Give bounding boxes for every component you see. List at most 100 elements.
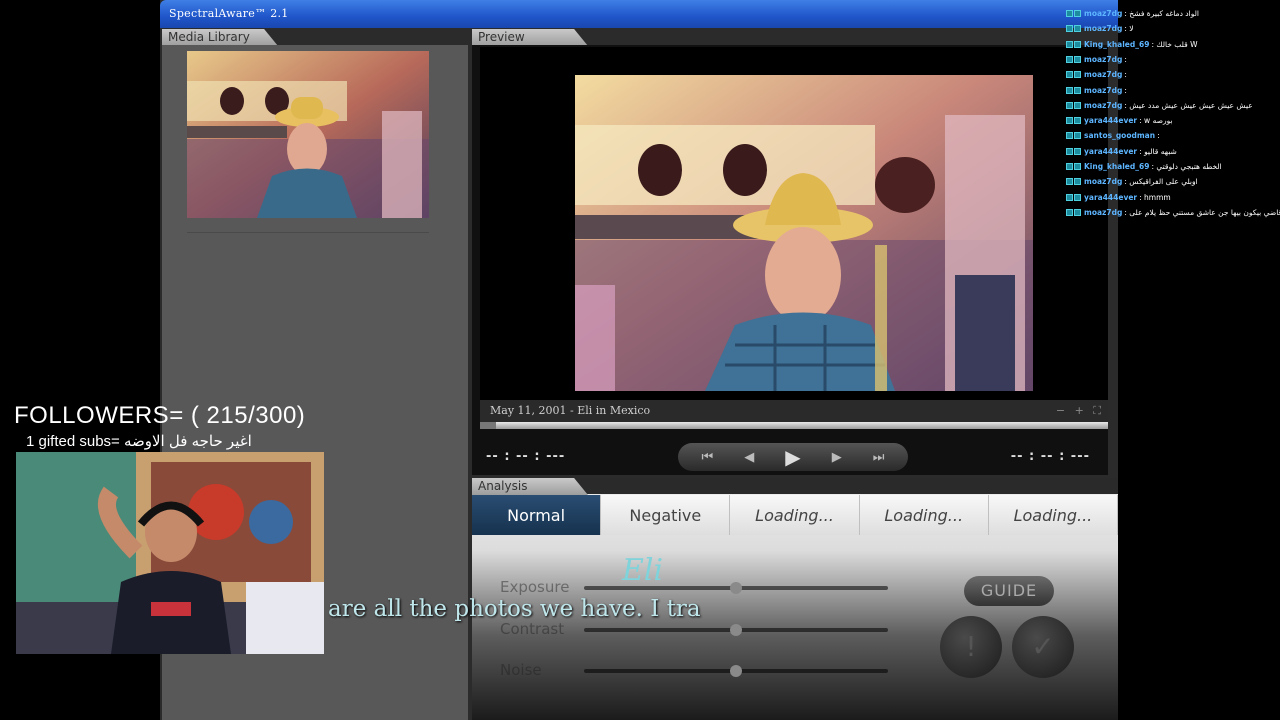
timeline-scrubber[interactable] bbox=[480, 422, 1108, 429]
preview-panel: May 11, 2001 - Eli in Mexico − + ⛶ bbox=[472, 45, 1108, 475]
chat-username[interactable]: yara444ever bbox=[1084, 116, 1137, 125]
noise-slider-row: Noise bbox=[472, 661, 892, 681]
badge-icon bbox=[1066, 86, 1073, 94]
badge-icon bbox=[1074, 86, 1081, 94]
chat-text: : bbox=[1124, 70, 1127, 80]
media-library-tab: Media Library bbox=[162, 29, 278, 46]
badge-icon bbox=[1066, 147, 1073, 155]
tab-loading-3[interactable]: Loading... bbox=[988, 495, 1119, 535]
badge-icon bbox=[1074, 25, 1081, 33]
contrast-knob[interactable] bbox=[730, 624, 742, 636]
exposure-label: Exposure bbox=[500, 578, 570, 596]
chat-text: : الواد دماغه كبيرة فشخ bbox=[1124, 9, 1199, 18]
skip-forward-icon[interactable]: ⏭ bbox=[873, 450, 885, 465]
contrast-label: Contrast bbox=[500, 620, 565, 638]
chat-username[interactable]: moaz7dg bbox=[1084, 177, 1122, 186]
photo-caption: May 11, 2001 - Eli in Mexico bbox=[490, 404, 651, 417]
badge-icon bbox=[1066, 71, 1073, 79]
chat-text: : bbox=[1157, 131, 1160, 141]
step-back-icon[interactable]: ◀ bbox=[744, 450, 754, 465]
chat-text: : الخطه هتبجي دلوقتي bbox=[1151, 162, 1222, 171]
badge-icon bbox=[1066, 101, 1073, 109]
chat-message: yara444ever: شبهه قاليو bbox=[1066, 144, 1177, 159]
badge-icon bbox=[1074, 163, 1081, 170]
noise-slider[interactable] bbox=[584, 665, 888, 677]
chat-message: santos_goodman: bbox=[1066, 128, 1160, 143]
badge-icon bbox=[1066, 163, 1073, 170]
chat-message: moaz7dg: bbox=[1066, 67, 1127, 82]
badge-icon bbox=[1074, 178, 1081, 186]
preview-frame bbox=[480, 47, 1108, 400]
tab-negative[interactable]: Negative bbox=[601, 495, 731, 535]
gifted-subs-goal: 1 gifted subs= اغير حاجه فل الاوضه bbox=[26, 433, 252, 450]
chat-username[interactable]: moaz7dg bbox=[1084, 208, 1122, 217]
tab-normal[interactable]: Normal bbox=[472, 495, 602, 535]
chat-username[interactable]: moaz7dg bbox=[1084, 9, 1122, 18]
badge-icon bbox=[1066, 55, 1073, 63]
chat-message: moaz7dg: عيش عيش عيش عيش عيش مدد عيش bbox=[1066, 98, 1253, 113]
chat-username[interactable]: yara444ever bbox=[1084, 147, 1137, 156]
chat-text: : bbox=[1124, 54, 1127, 64]
chat-text: : bbox=[1124, 85, 1127, 95]
tab-loading-1[interactable]: Loading... bbox=[730, 495, 860, 535]
chat-text: : شبهه قاليو bbox=[1139, 146, 1177, 156]
chat-username[interactable]: moaz7dg bbox=[1084, 24, 1122, 33]
chat-username[interactable]: moaz7dg bbox=[1084, 101, 1122, 110]
play-icon[interactable]: ▶ bbox=[785, 445, 800, 469]
noise-label: Noise bbox=[500, 661, 542, 679]
badge-icon bbox=[1066, 10, 1073, 17]
followers-goal: FOLLOWERS= ( 215/300) bbox=[14, 402, 306, 429]
chat-message: yara444ever: w بورصه bbox=[1066, 113, 1173, 128]
confirm-button[interactable]: ✓ bbox=[1012, 616, 1074, 678]
badge-icon bbox=[1074, 40, 1081, 48]
badge-icon bbox=[1074, 10, 1081, 17]
badge-icon bbox=[1074, 55, 1081, 63]
title-bar: SpectralAware™ 2.1 bbox=[160, 0, 1118, 28]
chat-overlay: moaz7dg: الواد دماغه كبيرة فشخ moaz7dg: ل… bbox=[1066, 0, 1280, 230]
chat-message: moaz7dg: لا bbox=[1066, 21, 1134, 36]
badge-icon bbox=[1066, 132, 1073, 140]
chat-message: moaz7dg: اوبلي على الفراقيكس bbox=[1066, 174, 1198, 189]
chat-username[interactable]: yara444ever bbox=[1084, 193, 1137, 202]
chat-username[interactable]: moaz7dg bbox=[1084, 86, 1122, 95]
exposure-knob[interactable] bbox=[730, 582, 742, 594]
chat-username[interactable]: King_khaled_69 bbox=[1084, 162, 1149, 171]
chat-message: moaz7dg: الواد دماغه كبيرة فشخ bbox=[1066, 6, 1199, 21]
badge-icon bbox=[1074, 71, 1081, 79]
media-thumbnail[interactable] bbox=[187, 51, 429, 218]
skip-back-icon[interactable]: ⏮ bbox=[702, 450, 714, 465]
subtitle-speaker: Eli bbox=[622, 553, 664, 588]
noise-knob[interactable] bbox=[730, 665, 742, 677]
analysis-tab: Analysis bbox=[472, 478, 588, 495]
badge-icon bbox=[1074, 132, 1081, 140]
preview-photo bbox=[575, 75, 1033, 391]
guide-button[interactable]: GUIDE bbox=[964, 576, 1054, 606]
chat-username[interactable]: King_khaled_69 bbox=[1084, 40, 1149, 49]
chat-username[interactable]: moaz7dg bbox=[1084, 70, 1122, 79]
step-forward-icon[interactable]: ▶ bbox=[832, 450, 842, 465]
chat-text: : hmmm bbox=[1139, 192, 1171, 202]
contrast-slider-row: Contrast bbox=[472, 620, 892, 640]
badge-icon bbox=[1074, 101, 1081, 109]
app-title: SpectralAware™ 2.1 bbox=[169, 7, 289, 20]
badge-icon bbox=[1074, 147, 1081, 155]
webcam-feed bbox=[16, 452, 324, 654]
timeline-progress bbox=[480, 422, 496, 429]
badge-icon bbox=[1066, 178, 1073, 186]
badge-icon bbox=[1066, 208, 1073, 216]
chat-username[interactable]: moaz7dg bbox=[1084, 55, 1122, 64]
zoom-controls[interactable]: − + ⛶ bbox=[1056, 404, 1104, 418]
preview-tab: Preview bbox=[472, 29, 588, 46]
chat-message: moaz7dg: يا سرير قاضي بيكون بيها جن عاشق… bbox=[1066, 205, 1280, 220]
chat-text: : w بورصه bbox=[1139, 116, 1173, 126]
chat-username[interactable]: santos_goodman bbox=[1084, 131, 1155, 140]
time-remaining: -- : -- : --- bbox=[1010, 449, 1090, 464]
chat-message: King_khaled_69: قلب خالك W bbox=[1066, 37, 1198, 52]
chat-text: : عيش عيش عيش عيش عيش مدد عيش bbox=[1124, 100, 1253, 110]
exposure-slider-row: Exposure bbox=[472, 578, 892, 598]
contrast-slider[interactable] bbox=[584, 624, 888, 636]
subtitle-text: are all the photos we have. I tra bbox=[328, 596, 701, 622]
tab-loading-2[interactable]: Loading... bbox=[859, 495, 989, 535]
info-button-overlay[interactable]: ! bbox=[940, 616, 1002, 678]
chat-message: moaz7dg: bbox=[1066, 52, 1127, 67]
